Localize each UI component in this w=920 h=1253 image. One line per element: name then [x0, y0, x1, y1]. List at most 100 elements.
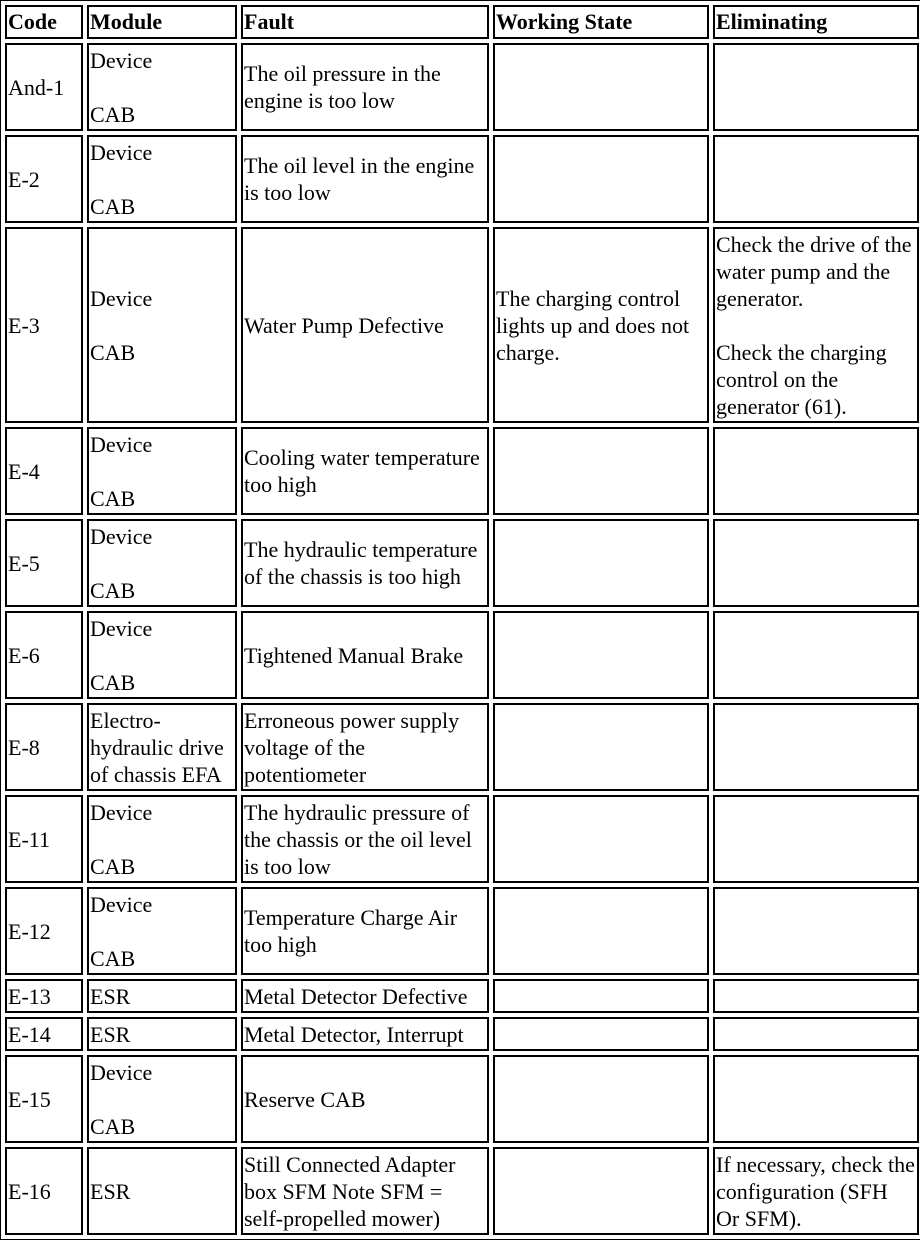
module-line: CAB: [90, 101, 136, 127]
cell-code: E-15: [5, 1055, 83, 1143]
cell-fault: Cooling water temperature too high: [241, 427, 489, 515]
cell-working-state: [493, 1147, 709, 1235]
table-row: E-12 Device CAB Temperature Charge Air too …: [5, 887, 919, 975]
cell-code: E-5: [5, 519, 83, 607]
table-row: E-14 ESR Metal Detector, Interrupt: [5, 1017, 919, 1051]
cell-module: Device CAB: [87, 887, 237, 975]
cell-code: E-16: [5, 1147, 83, 1235]
header-code: Code: [5, 5, 83, 39]
module-spacer: [90, 166, 234, 193]
cell-code: E-4: [5, 427, 83, 515]
module-spacer: [90, 826, 234, 853]
table-body: And-1 Device CAB The oil pressure in the en…: [5, 43, 919, 1235]
module-line: Device: [90, 139, 153, 165]
cell-module: Device CAB: [87, 1055, 237, 1143]
module-spacer: [90, 642, 234, 669]
cell-module: Device CAB: [87, 519, 237, 607]
cell-eliminating: [713, 519, 919, 607]
table-row: E-16 ESR Still Connected Adapter box SFM N…: [5, 1147, 919, 1235]
module-line: Electro-hydraulic drive of chassis EFA: [90, 707, 224, 787]
module-line: Device: [90, 891, 153, 917]
cell-fault: Metal Detector, Interrupt: [241, 1017, 489, 1051]
cell-working-state: [493, 795, 709, 883]
cell-eliminating: Check the drive of the water pump and th…: [713, 227, 919, 423]
cell-module: Device CAB: [87, 611, 237, 699]
cell-working-state: [493, 519, 709, 607]
header-row: Code Module Fault Working State Eliminat…: [5, 5, 919, 39]
header-module: Module: [87, 5, 237, 39]
table-row: E-2 Device CAB The oil level in the engine …: [5, 135, 919, 223]
module-line: CAB: [90, 669, 136, 695]
cell-code: E-13: [5, 979, 83, 1013]
cell-working-state: [493, 43, 709, 131]
cell-module: Device CAB: [87, 227, 237, 423]
cell-module: Device CAB: [87, 43, 237, 131]
module-line: CAB: [90, 193, 136, 219]
cell-code: E-14: [5, 1017, 83, 1051]
module-spacer: [90, 458, 234, 485]
eliminating-paragraph: Check the charging control on the genera…: [716, 339, 887, 419]
cell-working-state: [493, 135, 709, 223]
cell-code: And-1: [5, 43, 83, 131]
cell-fault: The oil level in the engine is too low: [241, 135, 489, 223]
cell-eliminating: [713, 1017, 919, 1051]
table-row: E-4 Device CAB Cooling water temperature to…: [5, 427, 919, 515]
module-line: ESR: [90, 1021, 131, 1047]
cell-working-state: [493, 427, 709, 515]
module-line: Device: [90, 285, 153, 311]
cell-fault: The oil pressure in the engine is too lo…: [241, 43, 489, 131]
cell-module: ESR: [87, 1017, 237, 1051]
cell-eliminating: If necessary, check the configuration (S…: [713, 1147, 919, 1235]
header-working-state: Working State: [493, 5, 709, 39]
cell-fault: Water Pump Defective: [241, 227, 489, 423]
module-line: CAB: [90, 577, 136, 603]
header-fault: Fault: [241, 5, 489, 39]
module-line: ESR: [90, 983, 131, 1009]
module-line: Device: [90, 47, 153, 73]
table-row: E-6 Device CAB Tightened Manual Brake: [5, 611, 919, 699]
module-line: Device: [90, 1059, 153, 1085]
cell-fault: Reserve CAB: [241, 1055, 489, 1143]
cell-code: E-3: [5, 227, 83, 423]
module-spacer: [90, 74, 234, 101]
cell-eliminating: [713, 135, 919, 223]
module-line: CAB: [90, 339, 136, 365]
table-row: E-3 Device CAB Water Pump Defective The char…: [5, 227, 919, 423]
cell-fault: Tightened Manual Brake: [241, 611, 489, 699]
header-eliminating: Eliminating: [713, 5, 919, 39]
module-spacer: [90, 550, 234, 577]
cell-eliminating: [713, 1055, 919, 1143]
cell-working-state: [493, 703, 709, 791]
cell-working-state: [493, 887, 709, 975]
cell-code: E-11: [5, 795, 83, 883]
cell-working-state: [493, 979, 709, 1013]
module-line: CAB: [90, 485, 136, 511]
cell-module: Device CAB: [87, 795, 237, 883]
module-spacer: [90, 918, 234, 945]
cell-eliminating: [713, 795, 919, 883]
module-line: CAB: [90, 945, 136, 971]
cell-code: E-8: [5, 703, 83, 791]
table-row: E-5 Device CAB The hydraulic temperature of…: [5, 519, 919, 607]
cell-working-state: The charging control lights up and does …: [493, 227, 709, 423]
module-spacer: [90, 312, 234, 339]
cell-fault: The hydraulic pressure of the chassis or…: [241, 795, 489, 883]
fault-code-table: Code Module Fault Working State Eliminat…: [0, 0, 920, 1240]
cell-module: ESR: [87, 979, 237, 1013]
module-line: Device: [90, 431, 153, 457]
eliminating-paragraph: If necessary, check the configuration (S…: [716, 1151, 915, 1231]
module-line: CAB: [90, 853, 136, 879]
module-spacer: [90, 1086, 234, 1113]
cell-fault: Erroneous power supply voltage of the po…: [241, 703, 489, 791]
cell-module: Device CAB: [87, 135, 237, 223]
cell-code: E-2: [5, 135, 83, 223]
cell-working-state: [493, 1055, 709, 1143]
table-row: E-15 Device CAB Reserve CAB: [5, 1055, 919, 1143]
cell-eliminating: [713, 887, 919, 975]
module-line: Device: [90, 615, 153, 641]
table-row: E-8 Electro-hydraulic drive of chassis EF…: [5, 703, 919, 791]
cell-working-state: [493, 1017, 709, 1051]
cell-code: E-6: [5, 611, 83, 699]
module-line: Device: [90, 523, 153, 549]
